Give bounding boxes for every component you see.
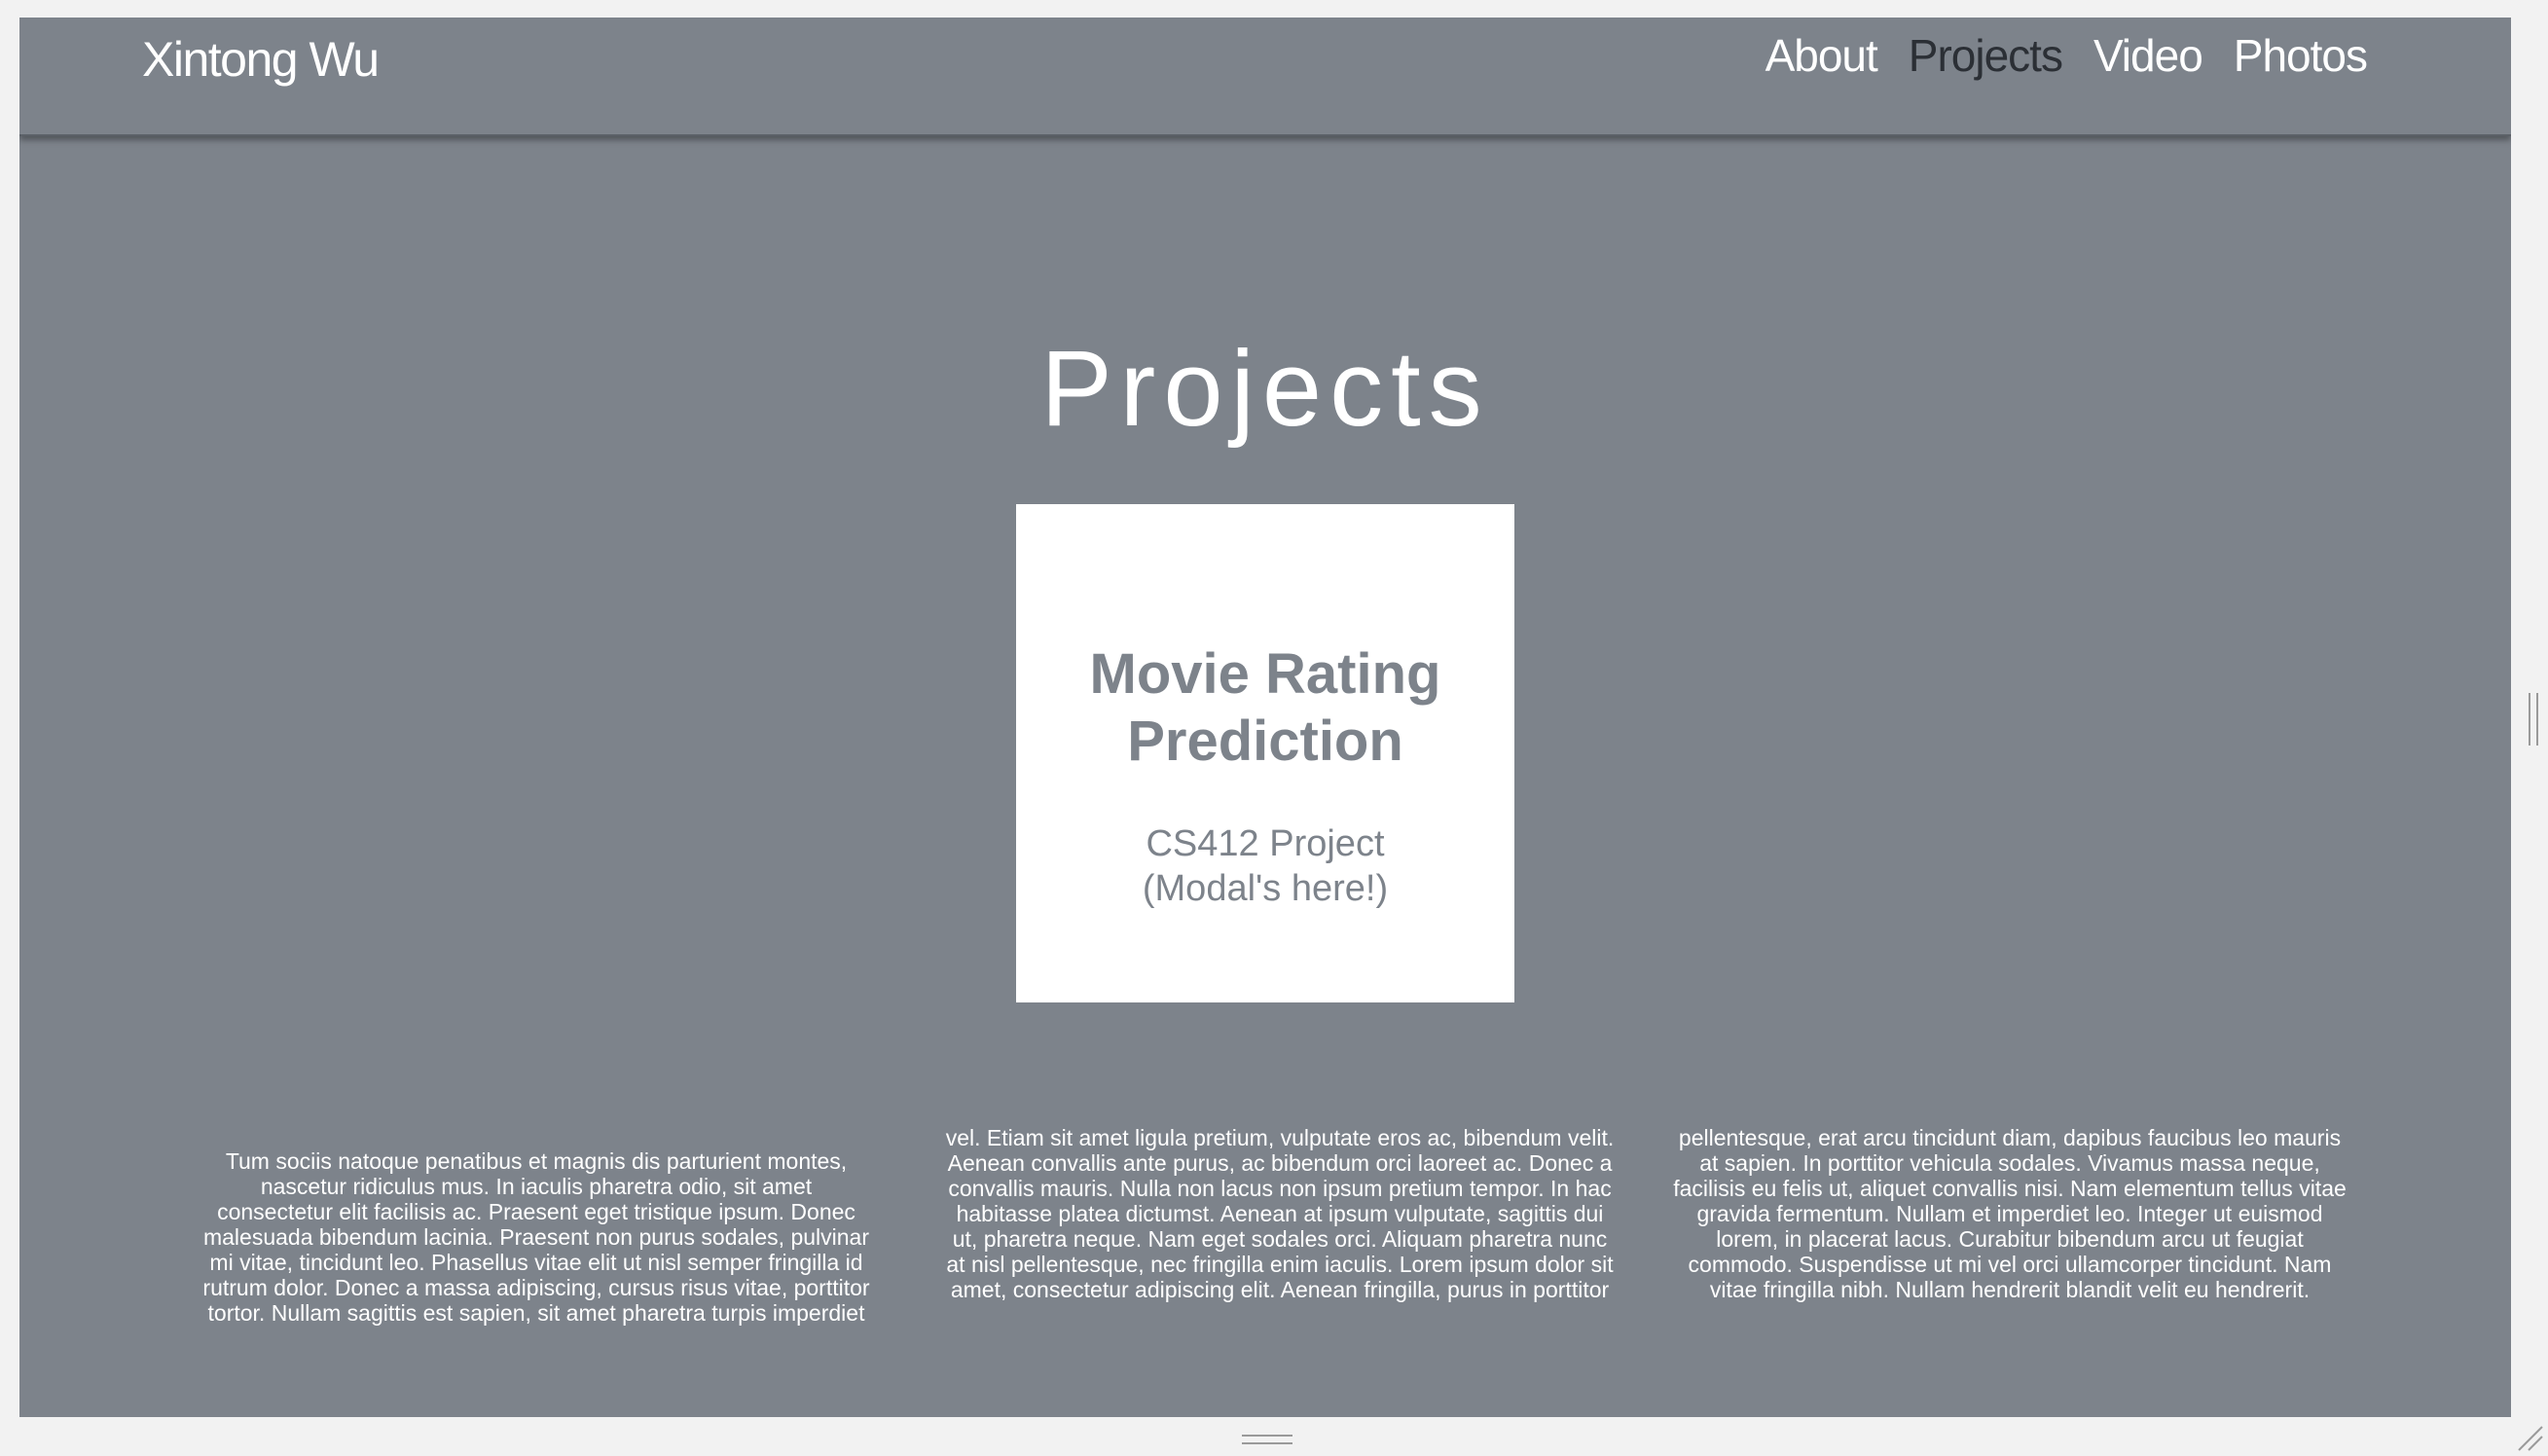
vertical-resize-handle[interactable] [2529,693,2538,746]
text-column-1: Tum sociis natoque penatibus et magnis d… [191,1148,882,1326]
text-line: at sapien. In porttitor vehicula sodales… [1699,1150,2320,1176]
text-line: facilisis eu felis ut, aliquet convallis… [1673,1176,2347,1201]
project-card-subtitle-line-1: CS412 Project [1146,823,1385,864]
text-line: amet, consectetur adipiscing elit. Aenea… [950,1277,1610,1302]
text-line: at nisl pellentesque, nec fringilla enim… [946,1252,1614,1277]
text-line: gravida fermentum. Nullam et imperdiet l… [1696,1201,2323,1226]
project-card-subtitle: CS412 Project (Modal's here!) [1016,821,1514,911]
text-line: vitae fringilla nibh. Nullam hendrerit b… [1709,1277,2311,1302]
text-line: convallis mauris. Nulla non lacus non ip… [948,1176,1612,1201]
text-line: habitasse platea dictumst. Aenean at ips… [956,1201,1604,1226]
text-line: mi vitae, tincidunt leo. Phasellus vitae… [209,1250,863,1275]
project-card-title: Movie Rating Prediction [1016,640,1514,775]
nav-link-projects[interactable]: Projects [1909,29,2063,82]
text-line: tortor. Nullam sagittis est sapien, sit … [207,1300,865,1326]
nav-links: About Projects Video Photos [1765,29,2368,82]
text-line: pellentesque, erat arcu tincidunt diam, … [1678,1125,2342,1150]
top-navbar: Xintong Wu About Projects Video Photos [19,18,2511,136]
site-brand[interactable]: Xintong Wu [142,31,380,88]
corner-resize-grip-icon[interactable] [2515,1423,2544,1452]
page-title: Projects [1040,329,1490,449]
text-column-3: pellentesque, erat arcu tincidunt diam, … [1655,1125,2365,1302]
project-card-subtitle-line-2: (Modal's here!) [1142,868,1389,909]
nav-link-about[interactable]: About [1765,29,1878,82]
text-column-2: vel. Etiam sit amet ligula pretium, vulp… [925,1125,1635,1302]
text-line: lorem, in placerat lacus. Curabitur bibe… [1716,1226,2304,1252]
text-line: vel. Etiam sit amet ligula pretium, vulp… [945,1125,1615,1150]
text-line: commodo. Suspendisse ut mi vel orci ulla… [1688,1252,2332,1277]
project-card[interactable]: Movie Rating Prediction CS412 Project (M… [1016,504,1514,1002]
text-line: nascetur ridiculus mus. In iaculis phare… [260,1174,813,1199]
text-line: consectetur elit facilisis ac. Praesent … [217,1199,855,1224]
text-line: rutrum dolor. Donec a massa adipiscing, … [202,1275,870,1300]
text-line: Aenean convallis ante purus, ac bibendum… [947,1150,1613,1176]
text-line: ut, pharetra neque. Nam eget sodales orc… [952,1226,1608,1252]
nav-link-photos[interactable]: Photos [2234,29,2368,82]
text-line: malesuada bibendum lacinia. Praesent non… [202,1224,870,1250]
project-card-title-line-1: Movie Rating [1089,642,1441,706]
text-line: Tum sociis natoque penatibus et magnis d… [225,1148,848,1174]
horizontal-resize-handle[interactable] [1242,1435,1292,1444]
page-frame: Xintong Wu About Projects Video Photos P… [19,18,2511,1417]
project-card-title-line-2: Prediction [1127,710,1403,773]
nav-link-video[interactable]: Video [2093,29,2203,82]
